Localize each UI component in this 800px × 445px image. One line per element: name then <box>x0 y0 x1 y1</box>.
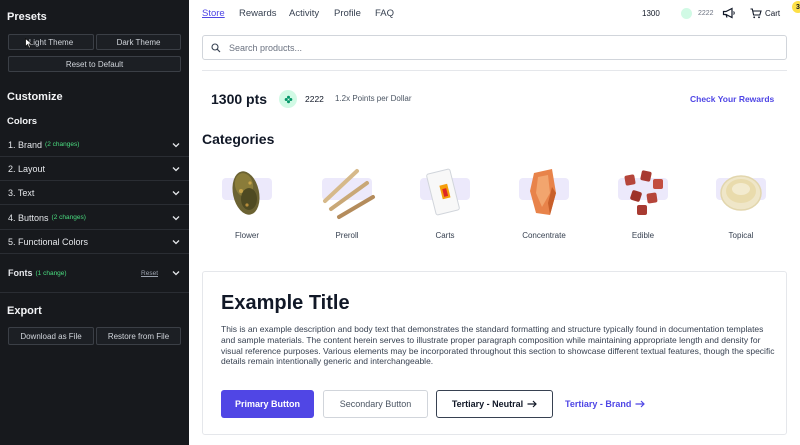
nav-faq[interactable]: FAQ <box>375 8 394 19</box>
category-label: Concentrate <box>522 231 566 240</box>
nav-profile[interactable]: Profile <box>334 8 361 19</box>
button-label: Tertiary - Neutral <box>451 399 524 409</box>
example-body: This is an example description and body … <box>221 324 775 367</box>
accordion-text[interactable]: 3. Text <box>0 181 189 205</box>
arrow-right-icon <box>527 400 538 408</box>
category-label: Preroll <box>335 231 359 240</box>
nav-activity[interactable]: Activity <box>289 8 319 19</box>
points-balance: 1300 <box>642 9 660 18</box>
presets-title: Presets <box>7 11 47 23</box>
accordion-buttons[interactable]: 4. Buttons (2 changes) <box>0 206 189 230</box>
preroll-image <box>323 169 375 219</box>
divider <box>202 70 787 71</box>
cart-label[interactable]: Cart <box>765 9 780 18</box>
category-edible[interactable]: Edible <box>611 163 675 243</box>
dark-theme-button[interactable]: Dark Theme <box>96 34 181 50</box>
customize-title: Customize <box>7 91 63 103</box>
category-label: Flower <box>234 231 259 240</box>
cart-count-badge: 3 <box>792 1 800 13</box>
change-count: (1 change) <box>35 269 67 277</box>
chevron-down-icon <box>172 239 180 244</box>
fonts-reset-link[interactable]: Reset <box>141 270 158 277</box>
tertiary-neutral-button[interactable]: Tertiary - Neutral <box>436 390 553 418</box>
arrow-right-icon <box>635 400 646 408</box>
example-card: Example Title This is an example descrip… <box>202 271 787 435</box>
button-label: Tertiary - Brand <box>565 399 632 409</box>
nav-store[interactable]: Store <box>202 8 225 19</box>
categories-title: Categories <box>202 131 275 147</box>
coin-icon <box>681 8 692 19</box>
accordion-label: 5. Functional Colors <box>8 236 89 247</box>
reset-default-button[interactable]: Reset to Default <box>8 56 181 72</box>
cartridge-box-image <box>426 168 460 216</box>
light-theme-button[interactable]: Light Theme <box>8 34 94 50</box>
search-input[interactable] <box>229 42 729 53</box>
tertiary-brand-button[interactable]: Tertiary - Brand <box>565 390 665 418</box>
category-flower[interactable]: Flower <box>215 163 279 243</box>
category-carts[interactable]: Carts <box>413 163 477 243</box>
category-topical[interactable]: Topical <box>709 163 773 243</box>
chevron-down-icon <box>172 190 180 195</box>
download-file-button[interactable]: Download as File <box>8 327 94 345</box>
clover-icon <box>279 90 297 108</box>
topical-jar-image <box>720 175 762 211</box>
category-label: Topical <box>728 231 754 240</box>
mouse-cursor-icon <box>25 38 33 49</box>
rewards-coins: 2222 <box>305 94 324 104</box>
restore-file-button[interactable]: Restore from File <box>96 327 181 345</box>
concentrate-image <box>530 169 556 215</box>
chevron-down-icon <box>172 271 180 276</box>
accordion-label: 1. Brand <box>8 139 43 150</box>
colors-title: Colors <box>7 116 38 127</box>
accordion-functional-colors[interactable]: 5. Functional Colors <box>0 230 189 254</box>
accordion-layout[interactable]: 2. Layout <box>0 157 189 181</box>
edible-gummies-image <box>624 170 663 215</box>
accordion-label: 4. Buttons <box>8 212 49 223</box>
chevron-down-icon <box>172 166 180 171</box>
category-label: Edible <box>631 231 655 240</box>
secondary-button[interactable]: Secondary Button <box>323 390 428 418</box>
rewards-points: 1300 pts <box>211 91 268 107</box>
accordion-label: 3. Text <box>8 187 35 198</box>
divider <box>0 292 189 293</box>
accordion-fonts[interactable]: Fonts (1 change) Reset <box>0 261 189 285</box>
chevron-down-icon <box>172 142 180 147</box>
points-rate: 1.2x Points per Dollar <box>335 94 412 103</box>
nav-rewards[interactable]: Rewards <box>239 8 277 19</box>
coin-balance: 2222 <box>698 10 714 17</box>
search-bar[interactable] <box>202 35 787 60</box>
accordion-brand[interactable]: 1. Brand (2 changes) <box>0 133 189 157</box>
category-concentrate[interactable]: Concentrate <box>512 163 576 243</box>
export-title: Export <box>7 305 42 317</box>
primary-button[interactable]: Primary Button <box>221 390 314 418</box>
fonts-label: Fonts <box>8 268 33 278</box>
search-icon <box>211 42 221 52</box>
customizer-sidebar: Presets Light Theme Dark Theme Reset to … <box>0 0 189 445</box>
change-count: (2 changes) <box>45 141 80 148</box>
change-count: (2 changes) <box>51 214 86 221</box>
check-rewards-link[interactable]: Check Your Rewards <box>690 94 774 104</box>
chevron-down-icon <box>172 215 180 220</box>
cart-icon[interactable] <box>750 8 762 19</box>
category-label: Carts <box>435 231 455 240</box>
example-title: Example Title <box>221 292 350 314</box>
store-preview: Store Rewards Activity Profile FAQ 1300 … <box>189 0 800 445</box>
accordion-label: 2. Layout <box>8 163 46 174</box>
flower-bud-image <box>232 171 260 215</box>
megaphone-icon[interactable] <box>722 7 736 19</box>
top-nav: Store Rewards Activity Profile FAQ 1300 … <box>189 0 800 28</box>
category-preroll[interactable]: Preroll <box>315 163 379 243</box>
